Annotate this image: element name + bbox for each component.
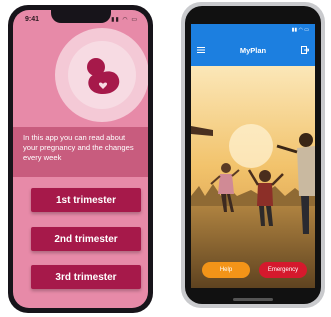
intro-band: In this app you can read about your preg… [13, 127, 148, 177]
pregnancy-icon [87, 58, 120, 95]
status-icons: ▮▮ ◠ ▭ [291, 27, 309, 33]
right-phone-screen: ▮▮ ◠ ▭ MyPlan Help Emergency [191, 24, 315, 288]
intro-text: In this app you can read about your preg… [23, 133, 134, 162]
left-phone: 9:41 ▮▮ ◠ ▭ In this app you can read abo… [8, 5, 153, 313]
family-photo [191, 66, 315, 288]
home-indicator [233, 298, 273, 301]
app-title: MyPlan [239, 46, 267, 55]
camera-notch [51, 10, 111, 23]
left-phone-screen: 9:41 ▮▮ ◠ ▭ In this app you can read abo… [13, 10, 148, 308]
exit-icon[interactable] [301, 46, 309, 54]
hero-inner-circle [68, 41, 136, 109]
right-phone: ▮▮ ◠ ▭ MyPlan Help Emergency [181, 2, 325, 308]
hero-circle [55, 28, 148, 122]
help-button[interactable]: Help [202, 262, 250, 278]
status-icons: ▮▮ ◠ ▭ [111, 17, 138, 23]
first-trimester-button[interactable]: 1st trimester [31, 188, 141, 212]
second-trimester-button[interactable]: 2nd trimester [31, 227, 141, 251]
third-trimester-button[interactable]: 3rd trimester [31, 265, 141, 289]
emergency-button[interactable]: Emergency [259, 262, 307, 278]
status-time: 9:41 [25, 16, 40, 23]
app-header: ▮▮ ◠ ▭ MyPlan [191, 24, 315, 66]
